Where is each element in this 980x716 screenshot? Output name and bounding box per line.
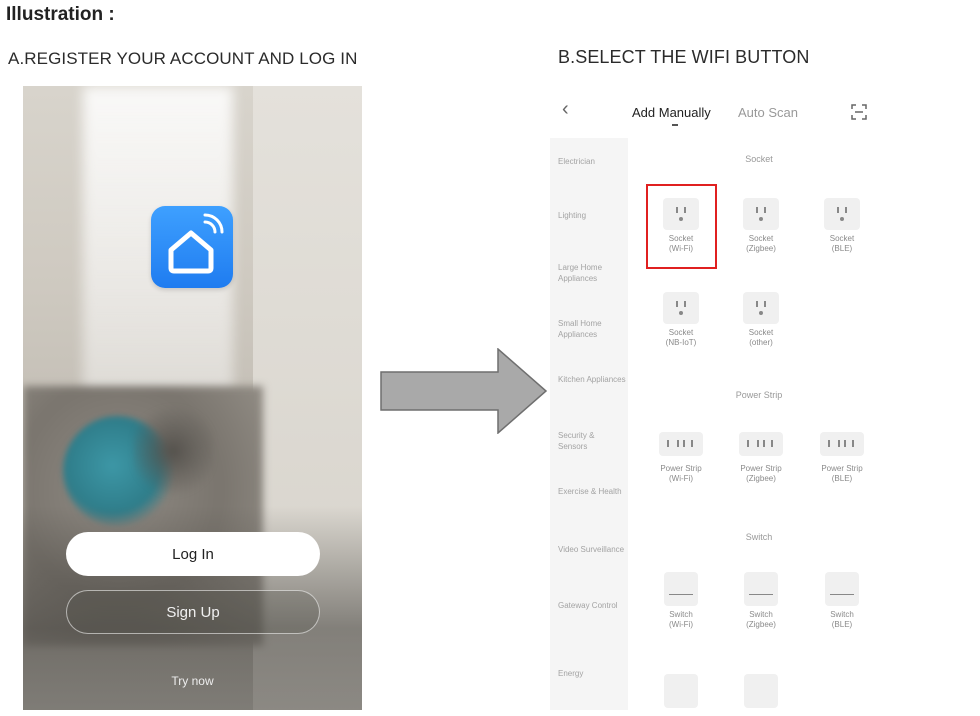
device-line2: (NB-IoT) bbox=[665, 338, 697, 347]
power-strip-icon bbox=[659, 432, 703, 456]
sidebar-item-video[interactable]: Video Surveillance bbox=[558, 544, 626, 555]
socket-icon bbox=[663, 292, 699, 324]
switch-icon bbox=[664, 674, 698, 708]
socket-icon bbox=[743, 292, 779, 324]
sidebar-item-security[interactable]: Security & Sensors bbox=[558, 430, 626, 452]
sidebar-item-lighting[interactable]: Lighting bbox=[558, 210, 626, 221]
scan-icon[interactable] bbox=[850, 103, 868, 121]
wifi-socket-highlight bbox=[646, 184, 717, 269]
switch-icon bbox=[825, 572, 859, 606]
device-line2: (BLE) bbox=[831, 474, 853, 483]
sidebar-item-exercise[interactable]: Exercise & Health bbox=[558, 486, 626, 497]
device-line2: (BLE) bbox=[831, 244, 853, 253]
sidebar-item-energy[interactable]: Energy bbox=[558, 668, 626, 679]
switch-icon bbox=[664, 572, 698, 606]
back-chevron-icon[interactable]: ‹ bbox=[562, 98, 569, 121]
switch-icon bbox=[744, 674, 778, 708]
device-line1: Socket bbox=[668, 328, 694, 337]
power-strip-icon bbox=[820, 432, 864, 456]
device-line1: Power Strip bbox=[660, 464, 702, 473]
device-line1: Socket bbox=[748, 328, 774, 337]
right-arrow-icon bbox=[380, 348, 548, 434]
section-socket: Socket bbox=[745, 154, 773, 164]
device-strip-ble[interactable]: Power Strip (BLE) bbox=[802, 432, 882, 484]
switch-icon bbox=[744, 572, 778, 606]
device-line2: (other) bbox=[749, 338, 773, 347]
login-button[interactable]: Log In bbox=[66, 532, 320, 576]
sidebar-item-small-appliances[interactable]: Small Home Appliances bbox=[558, 318, 626, 340]
device-socket-other[interactable]: Socket (other) bbox=[721, 292, 801, 348]
sidebar-item-gateway[interactable]: Gateway Control bbox=[558, 600, 626, 611]
device-switch-ble[interactable]: Switch (BLE) bbox=[802, 572, 882, 630]
device-line2: (Zigbee) bbox=[746, 620, 776, 629]
add-device-screen: ‹ Add Manually Auto Scan Electrician Lig… bbox=[550, 86, 890, 710]
section-switch: Switch bbox=[745, 532, 773, 542]
device-strip-wifi[interactable]: Power Strip (Wi-Fi) bbox=[641, 432, 721, 484]
login-screen: Log In Sign Up Try now bbox=[23, 86, 362, 710]
power-strip-icon bbox=[739, 432, 783, 456]
device-line1: Socket bbox=[829, 234, 855, 243]
step-b-heading: B.SELECT THE WIFI BUTTON bbox=[558, 47, 810, 67]
signup-button[interactable]: Sign Up bbox=[66, 590, 320, 634]
top-bar: ‹ Add Manually Auto Scan bbox=[550, 86, 890, 138]
device-line1: Socket bbox=[748, 234, 774, 243]
device-partial-2[interactable] bbox=[721, 674, 801, 708]
device-switch-wifi[interactable]: Switch (Wi-Fi) bbox=[641, 572, 721, 630]
device-switch-zigbee[interactable]: Switch (Zigbee) bbox=[721, 572, 801, 630]
tab-add-manually[interactable]: Add Manually bbox=[632, 105, 711, 120]
section-power-strip: Power Strip bbox=[735, 390, 783, 400]
sidebar-item-large-appliances[interactable]: Large Home Appliances bbox=[558, 262, 626, 284]
active-tab-indicator bbox=[672, 124, 678, 126]
device-strip-zigbee[interactable]: Power Strip (Zigbee) bbox=[721, 432, 801, 484]
device-socket-ble[interactable]: Socket (BLE) bbox=[802, 198, 882, 254]
device-line2: (Zigbee) bbox=[746, 244, 776, 253]
device-line1: Switch bbox=[830, 610, 854, 619]
device-line1: Power Strip bbox=[740, 464, 782, 473]
device-partial-1[interactable] bbox=[641, 674, 721, 708]
device-socket-zigbee[interactable]: Socket (Zigbee) bbox=[721, 198, 801, 254]
illustration-title: Illustration : bbox=[6, 4, 115, 25]
smart-home-icon bbox=[151, 206, 233, 288]
device-line1: Switch bbox=[749, 610, 773, 619]
tab-auto-scan[interactable]: Auto Scan bbox=[738, 105, 798, 120]
device-line2: (BLE) bbox=[831, 620, 853, 629]
device-line2: (Wi-Fi) bbox=[669, 474, 693, 483]
device-line1: Power Strip bbox=[821, 464, 863, 473]
category-sidebar: Electrician Lighting Large Home Applianc… bbox=[550, 138, 628, 710]
socket-icon bbox=[824, 198, 860, 230]
step-a-heading: A.REGISTER YOUR ACCOUNT AND LOG IN bbox=[8, 49, 358, 68]
try-now-link[interactable]: Try now bbox=[23, 674, 362, 688]
device-line2: (Zigbee) bbox=[746, 474, 776, 483]
device-socket-nbiot[interactable]: Socket (NB-IoT) bbox=[641, 292, 721, 348]
device-line1: Switch bbox=[669, 610, 693, 619]
device-line2: (Wi-Fi) bbox=[669, 620, 693, 629]
sidebar-item-kitchen[interactable]: Kitchen Appliances bbox=[558, 374, 626, 385]
socket-icon bbox=[743, 198, 779, 230]
sidebar-item-electrician[interactable]: Electrician bbox=[558, 156, 626, 167]
